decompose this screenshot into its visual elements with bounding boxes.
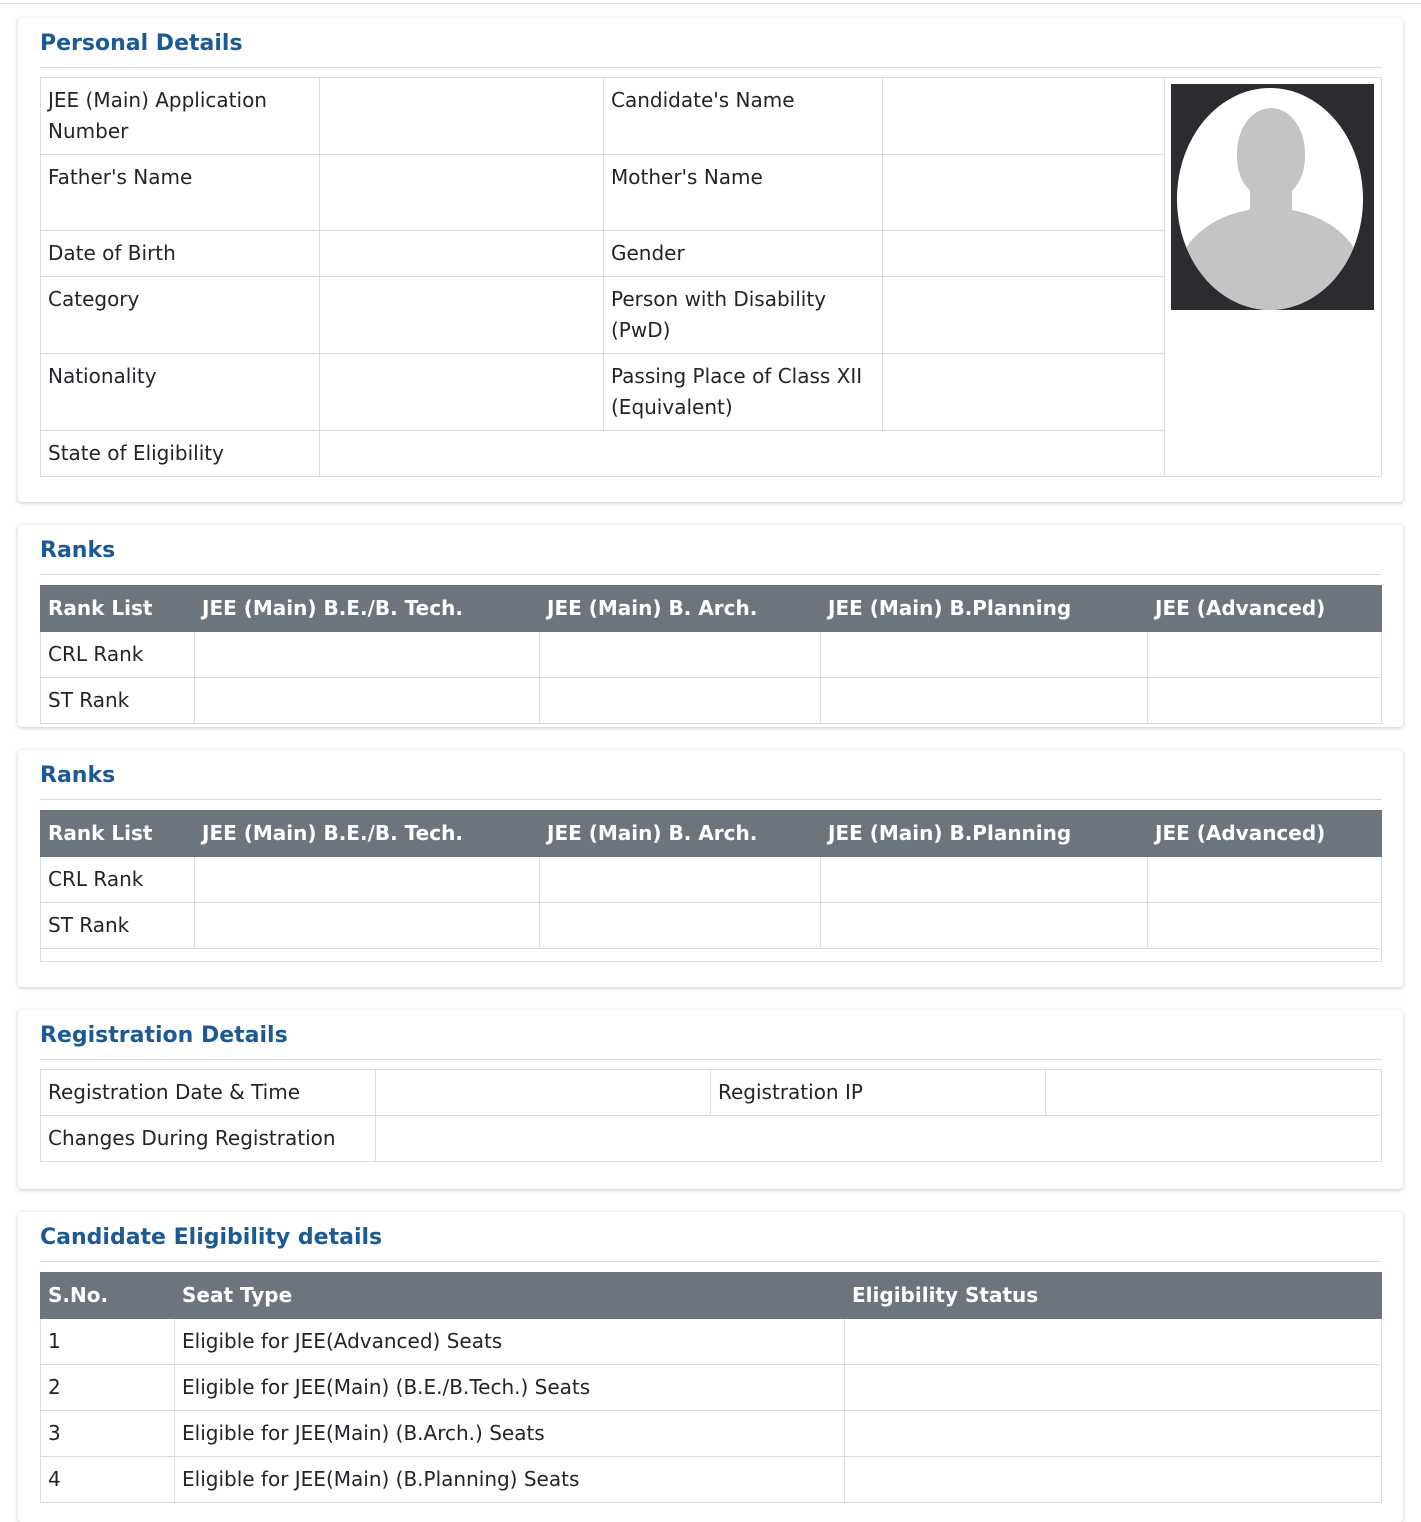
crl-rank-label: CRL Rank xyxy=(40,856,195,903)
registration-date-label: Registration Date & Time xyxy=(40,1069,376,1116)
category-label: Category xyxy=(40,276,320,354)
pwd-label: Person with Disability (PwD) xyxy=(603,276,883,354)
header-bplanning: JEE (Main) B.Planning xyxy=(820,585,1148,632)
status-cell xyxy=(844,1456,1382,1503)
seat-type-cell: Eligible for JEE(Main) (B.Arch.) Seats xyxy=(174,1410,845,1457)
nationality-value xyxy=(319,353,604,431)
seat-type-cell: Eligible for JEE(Advanced) Seats xyxy=(174,1318,845,1365)
st-rank-label: ST Rank xyxy=(40,902,195,949)
header-rank-list: Rank List xyxy=(40,810,195,857)
seat-type-cell: Eligible for JEE(Main) (B.Planning) Seat… xyxy=(174,1456,845,1503)
eligibility-table: S.No. Seat Type Eligibility Status 1 Eli… xyxy=(40,1272,1382,1503)
ranks-card-1: Ranks Rank List JEE (Main) B.E./B. Tech.… xyxy=(18,525,1403,727)
top-divider xyxy=(0,0,1421,4)
sno-cell: 3 xyxy=(40,1410,175,1457)
personal-details-title: Personal Details xyxy=(40,30,1381,68)
table-row: 4 Eligible for JEE(Main) (B.Planning) Se… xyxy=(40,1456,1382,1503)
header-advanced: JEE (Advanced) xyxy=(1147,585,1382,632)
header-rank-list: Rank List xyxy=(40,585,195,632)
ranks-table: Rank List JEE (Main) B.E./B. Tech. JEE (… xyxy=(40,810,1382,962)
registration-ip-label: Registration IP xyxy=(710,1069,1046,1116)
registration-details-card: Registration Details Registration Date &… xyxy=(18,1010,1403,1189)
changes-value xyxy=(375,1115,1382,1162)
header-advanced: JEE (Advanced) xyxy=(1147,810,1382,857)
candidate-name-value xyxy=(882,77,1165,155)
passing-place-value xyxy=(882,353,1165,431)
status-cell xyxy=(844,1364,1382,1411)
gender-value xyxy=(882,230,1165,277)
sno-cell: 4 xyxy=(40,1456,175,1503)
header-barch: JEE (Main) B. Arch. xyxy=(539,810,821,857)
father-name-value xyxy=(319,154,604,231)
mother-name-value xyxy=(882,154,1165,231)
father-name-label: Father's Name xyxy=(40,154,320,231)
passing-place-label: Passing Place of Class XII (Equivalent) xyxy=(603,353,883,431)
header-bplanning: JEE (Main) B.Planning xyxy=(820,810,1148,857)
app-number-value xyxy=(319,77,604,155)
eligibility-title: Candidate Eligibility details xyxy=(40,1224,1381,1262)
registration-details-title: Registration Details xyxy=(40,1022,1381,1060)
eligibility-card: Candidate Eligibility details S.No. Seat… xyxy=(18,1212,1403,1522)
dob-label: Date of Birth xyxy=(40,230,320,277)
category-value xyxy=(319,276,604,354)
pwd-value xyxy=(882,276,1165,354)
gender-label: Gender xyxy=(603,230,883,277)
registration-ip-value xyxy=(1045,1069,1382,1116)
state-eligibility-value xyxy=(319,430,1165,477)
ranks-title: Ranks xyxy=(40,762,1381,800)
personal-details-card: Personal Details JEE (Main) Application … xyxy=(18,18,1403,502)
ranks-title: Ranks xyxy=(40,537,1381,575)
header-eligibility-status: Eligibility Status xyxy=(844,1272,1382,1319)
sno-cell: 1 xyxy=(40,1318,175,1365)
seat-type-cell: Eligible for JEE(Main) (B.E./B.Tech.) Se… xyxy=(174,1364,845,1411)
sno-cell: 2 xyxy=(40,1364,175,1411)
status-cell xyxy=(844,1410,1382,1457)
header-be-btech: JEE (Main) B.E./B. Tech. xyxy=(194,810,540,857)
header-barch: JEE (Main) B. Arch. xyxy=(539,585,821,632)
candidate-name-label: Candidate's Name xyxy=(603,77,883,155)
photo-cell xyxy=(1164,77,1382,477)
status-cell xyxy=(844,1318,1382,1365)
dob-value xyxy=(319,230,604,277)
ranks-card-2: Ranks Rank List JEE (Main) B.E./B. Tech.… xyxy=(18,750,1403,987)
table-row: 3 Eligible for JEE(Main) (B.Arch.) Seats xyxy=(40,1410,1382,1457)
header-seat-type: Seat Type xyxy=(174,1272,845,1319)
registration-date-value xyxy=(375,1069,711,1116)
table-row: 2 Eligible for JEE(Main) (B.E./B.Tech.) … xyxy=(40,1364,1382,1411)
mother-name-label: Mother's Name xyxy=(603,154,883,231)
personal-details-table: JEE (Main) Application Number Candidate'… xyxy=(40,77,1382,477)
crl-rank-label: CRL Rank xyxy=(40,631,195,678)
candidate-photo xyxy=(1171,84,1374,310)
ranks-table: Rank List JEE (Main) B.E./B. Tech. JEE (… xyxy=(40,585,1382,724)
table-row: 1 Eligible for JEE(Advanced) Seats xyxy=(40,1318,1382,1365)
app-number-label: JEE (Main) Application Number xyxy=(40,77,320,155)
registration-table: Registration Date & Time Registration IP… xyxy=(40,1069,1382,1162)
header-sno: S.No. xyxy=(40,1272,175,1319)
st-rank-label: ST Rank xyxy=(40,677,195,724)
nationality-label: Nationality xyxy=(40,353,320,431)
changes-label: Changes During Registration xyxy=(40,1115,376,1162)
header-be-btech: JEE (Main) B.E./B. Tech. xyxy=(194,585,540,632)
state-eligibility-label: State of Eligibility xyxy=(40,430,320,477)
